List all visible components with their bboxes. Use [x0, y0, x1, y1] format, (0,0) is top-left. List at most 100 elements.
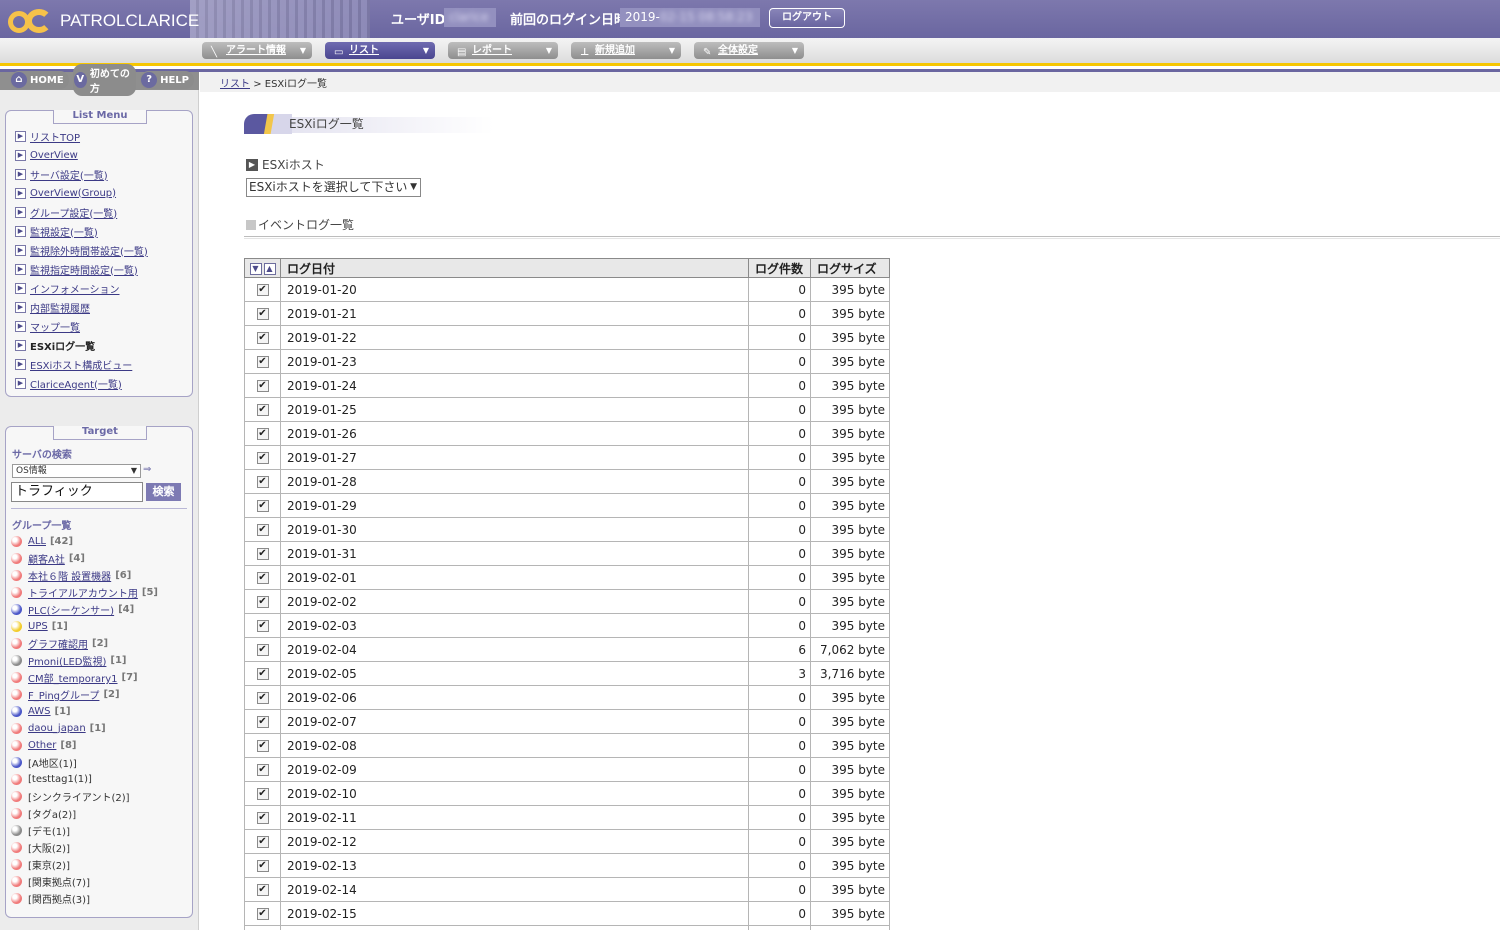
table-row[interactable]: ✔ 2019-01-23 0 395 byte [244, 349, 890, 374]
group-item[interactable]: グラフ確認用 [2] [11, 637, 108, 651]
help-link[interactable]: ? HELP [140, 71, 194, 89]
check-all-icon[interactable]: ▼ [249, 262, 262, 275]
tag-item[interactable]: [A地区(1)] [11, 756, 77, 770]
table-row[interactable]: ✔ 2019-02-08 0 395 byte [244, 733, 890, 758]
home-link[interactable]: ⌂ HOME [10, 71, 69, 89]
table-row[interactable]: ✔ 2019-01-25 0 395 byte [244, 397, 890, 422]
log-date-cell[interactable]: 2019-02-03 [280, 613, 749, 638]
log-date-cell[interactable]: 2019-01-28 [280, 469, 749, 494]
group-item[interactable]: daou_japan [1] [11, 722, 106, 735]
table-row[interactable]: ✔ 2019-01-31 0 395 byte [244, 541, 890, 566]
table-row[interactable]: ✔ 2019-02-04 6 7,062 byte [244, 637, 890, 662]
list-menu-item-top[interactable]: ▶ リストTOP [15, 129, 80, 144]
group-item[interactable]: 顧客A社 [4] [11, 552, 85, 566]
log-date-cell[interactable]: 2019-02-13 [280, 853, 749, 878]
breadcrumb-list-link[interactable]: リスト [220, 79, 250, 90]
column-header-log-date[interactable]: ログ日付 [280, 258, 749, 278]
row-checkbox[interactable]: ✔ [256, 476, 269, 488]
log-date-cell[interactable]: 2019-02-04 [280, 637, 749, 662]
row-checkbox[interactable]: ✔ [256, 572, 269, 584]
logout-button[interactable]: ログアウト [769, 8, 845, 28]
row-checkbox[interactable]: ✔ [256, 596, 269, 608]
list-menu-item-map-list[interactable]: ▶ マップ一覧 [15, 319, 80, 334]
log-date-cell[interactable]: 2019-02-07 [280, 709, 749, 734]
table-row[interactable]: ✔ 2019-01-28 0 395 byte [244, 469, 890, 494]
row-checkbox[interactable]: ✔ [256, 644, 269, 656]
column-header-log-size[interactable]: ログサイズ [810, 258, 890, 278]
list-menu-item-clarice-agent[interactable]: ▶ ClariceAgent(一覧) [15, 376, 122, 391]
group-item[interactable]: ALL [42] [11, 535, 73, 548]
row-checkbox[interactable]: ✔ [256, 860, 269, 872]
list-menu-item-overview[interactable]: ▶ OverView [15, 148, 78, 162]
group-item[interactable]: F_Pingグループ [2] [11, 688, 120, 702]
row-checkbox[interactable]: ✔ [256, 380, 269, 392]
log-date-cell[interactable]: 2019-01-26 [280, 421, 749, 446]
log-date-cell[interactable]: 2019-01-23 [280, 349, 749, 374]
table-row[interactable]: ✔ 2019-02-03 0 395 byte [244, 613, 890, 638]
group-item[interactable]: トライアルアカウント用 [5] [11, 586, 158, 600]
tag-item[interactable]: [デモ(1)] [11, 824, 70, 838]
table-row[interactable]: ✔ 2019-02-06 0 395 byte [244, 685, 890, 710]
row-checkbox[interactable]: ✔ [256, 308, 269, 320]
group-item[interactable]: PLC(シーケンサー) [4] [11, 603, 134, 617]
uncheck-all-icon[interactable]: ▲ [263, 262, 276, 275]
table-row[interactable]: ✔ 2019-02-05 3 3,716 byte [244, 661, 890, 686]
nav-report-button[interactable]: ▤ レポート ▼ [448, 42, 558, 59]
table-row[interactable]: ✔ 2019-01-21 0 395 byte [244, 301, 890, 326]
log-date-cell[interactable]: 2019-02-09 [280, 757, 749, 782]
list-menu-item-esxi-log[interactable]: ▶ ESXiログ一覧 [15, 338, 95, 353]
list-menu-item-monitor-settings[interactable]: ▶ 監視設定(一覧) [15, 224, 98, 239]
log-date-cell[interactable]: 2019-02-02 [280, 589, 749, 614]
row-checkbox[interactable]: ✔ [256, 500, 269, 512]
log-date-cell[interactable]: 2019-02-10 [280, 781, 749, 806]
log-date-cell[interactable]: 2019-02-08 [280, 733, 749, 758]
row-checkbox[interactable]: ✔ [256, 908, 269, 920]
row-checkbox[interactable]: ✔ [256, 764, 269, 776]
row-checkbox[interactable]: ✔ [256, 404, 269, 416]
group-item[interactable]: CM部_temporary1 [7] [11, 671, 138, 685]
table-row[interactable]: ✔ 2019-02-02 0 395 byte [244, 589, 890, 614]
table-row[interactable]: ✔ 2019-02-11 0 395 byte [244, 805, 890, 830]
log-date-cell[interactable]: 2019-01-29 [280, 493, 749, 518]
tag-item[interactable]: [大阪(2)] [11, 841, 70, 855]
log-date-cell[interactable]: 2019-01-31 [280, 541, 749, 566]
table-row[interactable]: ✔ 2019-02-15 0 395 byte [244, 901, 890, 926]
log-date-cell[interactable]: 2019-01-20 [280, 277, 749, 302]
row-checkbox[interactable]: ✔ [256, 452, 269, 464]
log-date-cell[interactable]: 2019-02-12 [280, 829, 749, 854]
search-input[interactable]: トラフィック [11, 482, 143, 502]
tag-item[interactable]: [testtag1(1)] [11, 773, 92, 786]
log-date-cell[interactable]: 2019-02-11 [280, 805, 749, 830]
log-date-cell[interactable]: 2019-01-24 [280, 373, 749, 398]
group-item[interactable]: Pmoni(LED監視) [1] [11, 654, 127, 668]
log-date-cell[interactable]: 2019-02-01 [280, 565, 749, 590]
table-row[interactable]: ✔ 2019-02-07 0 395 byte [244, 709, 890, 734]
search-button[interactable]: 検索 [146, 483, 181, 501]
list-menu-item-information[interactable]: ▶ インフォメーション [15, 281, 120, 296]
table-row[interactable]: ✔ 2019-01-20 0 395 byte [244, 277, 890, 302]
table-row[interactable]: ✔ 2019-02-13 0 395 byte [244, 853, 890, 878]
first-time-link[interactable]: V 初めての方 [72, 64, 137, 96]
log-date-cell[interactable]: 2019-01-25 [280, 397, 749, 422]
row-checkbox[interactable]: ✔ [256, 548, 269, 560]
tag-item[interactable]: [関東拠点(7)] [11, 875, 90, 889]
list-menu-item-esxi-host-view[interactable]: ▶ ESXiホスト構成ビュー [15, 357, 132, 372]
tag-item[interactable]: [関西拠点(3)] [11, 892, 90, 906]
nav-settings-button[interactable]: ✎ 全体設定 ▼ [694, 42, 804, 59]
list-menu-item-group-settings[interactable]: ▶ グループ設定(一覧) [15, 205, 117, 220]
list-menu-item-specified-time[interactable]: ▶ 監視指定時間設定(一覧) [15, 262, 138, 277]
row-checkbox[interactable]: ✔ [256, 620, 269, 632]
row-checkbox[interactable]: ✔ [256, 692, 269, 704]
table-row[interactable]: ✔ 2019-01-27 0 395 byte [244, 445, 890, 470]
table-row[interactable]: ✔ 2019-01-29 0 395 byte [244, 493, 890, 518]
row-checkbox[interactable]: ✔ [256, 428, 269, 440]
row-checkbox[interactable]: ✔ [256, 332, 269, 344]
log-date-cell[interactable]: 2019-02-06 [280, 685, 749, 710]
row-checkbox[interactable]: ✔ [256, 812, 269, 824]
list-menu-item-internal-history[interactable]: ▶ 内部監視履歴 [15, 300, 90, 315]
column-header-log-count[interactable]: ログ件数 [748, 258, 811, 278]
log-date-cell[interactable]: 2019-02-14 [280, 877, 749, 902]
row-checkbox[interactable]: ✔ [256, 668, 269, 680]
log-date-cell[interactable]: 2019-01-30 [280, 517, 749, 542]
row-checkbox[interactable]: ✔ [256, 884, 269, 896]
